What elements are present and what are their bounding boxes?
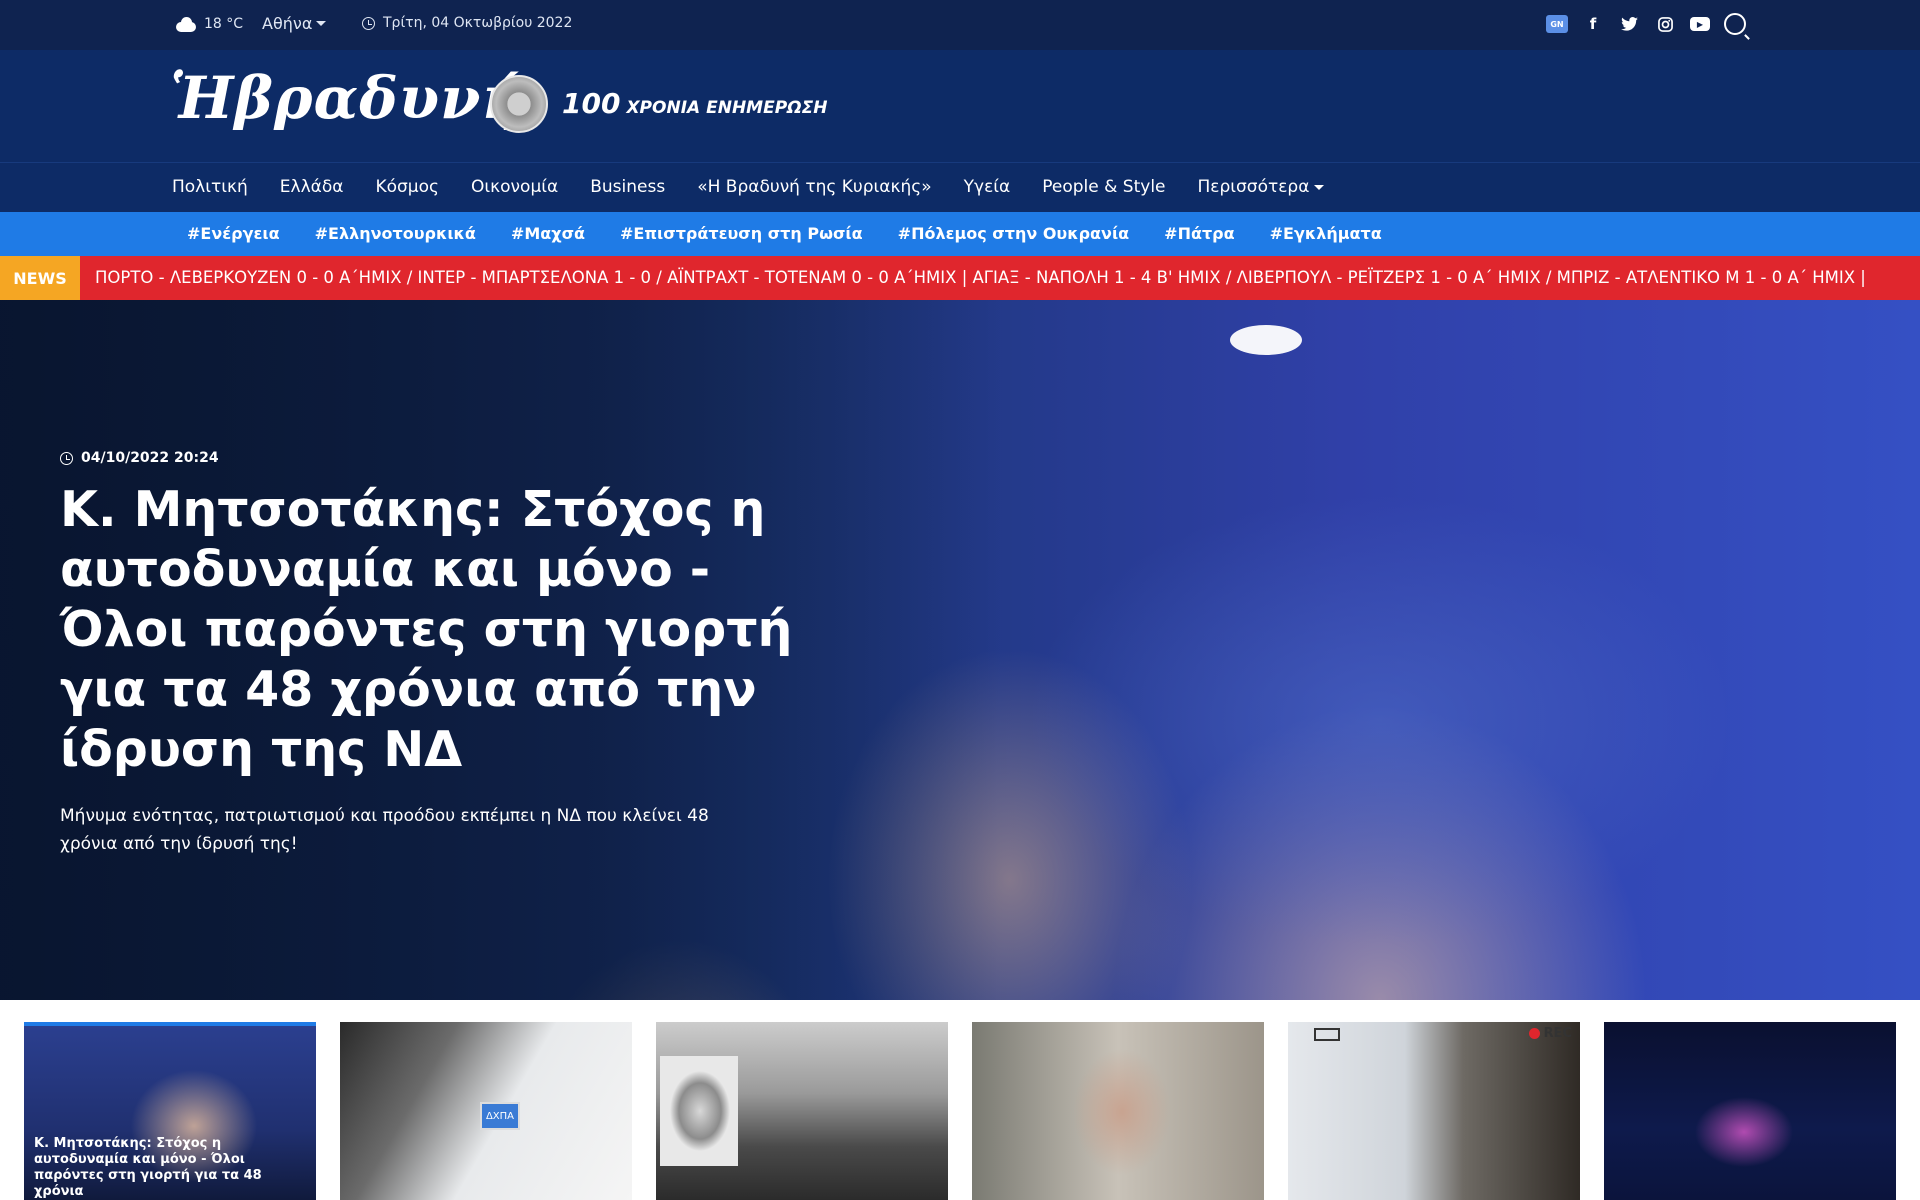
current-date: Τρίτη, 04 Οκτωβρίου 2022 xyxy=(362,15,572,31)
facebook-icon[interactable]: f xyxy=(1582,13,1604,35)
portrait-inset xyxy=(660,1056,738,1166)
news-ticker: NEWS ΠΟΡΤΟ - ΛΕΒΕΡΚΟΥΖΕΝ 0 - 0 Α΄ΗΜΙΧ / … xyxy=(0,256,1920,300)
search-button[interactable] xyxy=(1724,13,1746,35)
tag-crimes[interactable]: #Εγκλήματα xyxy=(1270,224,1382,243)
nav-item-more[interactable]: Περισσότερα xyxy=(1198,177,1325,197)
card-title[interactable]: Κ. Μητσοτάκης: Στόχος η αυτοδυναμία και … xyxy=(34,1136,306,1200)
article-card[interactable]: Κ. Μητσοτάκης: Στόχος η αυτοδυναμία και … xyxy=(24,1022,316,1200)
top-bar-inner: 18 °C Αθήνα Τρίτη, 04 Οκτωβρίου 2022 GN … xyxy=(174,0,1746,50)
tagline-number: 100 xyxy=(562,87,621,120)
nav-item-health[interactable]: Υγεία xyxy=(964,177,1011,197)
tag-greek-turkish[interactable]: #Ελληνοτουρκικά xyxy=(315,224,476,243)
ticker-text[interactable]: ΠΟΡΤΟ - ΛΕΒΕΡΚΟΥΖΕΝ 0 - 0 Α΄ΗΜΙΧ / ΙΝΤΕΡ… xyxy=(95,268,1866,287)
article-card[interactable] xyxy=(1604,1022,1896,1200)
youtube-icon[interactable]: ▶ xyxy=(1690,17,1710,31)
nav-item-sunday-edition[interactable]: «Η Βραδυνή της Κυριακής» xyxy=(697,177,931,197)
tag-patra[interactable]: #Πάτρα xyxy=(1164,224,1234,243)
hero-content: 04/10/2022 20:24 Κ. Μητσοτάκης: Στόχος η… xyxy=(60,450,800,858)
nav-item-greece[interactable]: Ελλάδα xyxy=(280,177,344,197)
search-icon xyxy=(1724,13,1746,35)
site-logo[interactable]: Ἡβραδυνή xyxy=(170,64,525,132)
nav-item-business[interactable]: Business xyxy=(590,177,665,197)
weather-widget: 18 °C xyxy=(174,15,243,33)
tag-ukraine-war[interactable]: #Πόλεμος στην Ουκρανία xyxy=(898,224,1130,243)
tag-navigation: #Ενέργεια #Ελληνοτουρκικά #Μαχσά #Επιστρ… xyxy=(0,212,1920,256)
site-header: Ἡβραδυνή 100 ΧΡΟΝΙΑ ΕΝΗΜΕΡΩΣΗ xyxy=(0,50,1920,162)
hero-date: 04/10/2022 20:24 xyxy=(60,450,800,466)
article-card[interactable]: ΔΧΠΑ xyxy=(340,1022,632,1200)
tag-energy[interactable]: #Ενέργεια xyxy=(187,224,280,243)
hero-article[interactable]: 04/10/2022 20:24 Κ. Μητσοτάκης: Στόχος η… xyxy=(0,300,1920,1000)
tag-russia-mobilization[interactable]: #Επιστράτευση στη Ρωσία xyxy=(620,224,863,243)
google-news-icon[interactable]: GN xyxy=(1546,15,1568,33)
battery-icon xyxy=(1314,1028,1340,1041)
ceiling-light xyxy=(1230,325,1302,355)
top-bar: 18 °C Αθήνα Τρίτη, 04 Οκτωβρίου 2022 GN … xyxy=(0,0,1920,50)
hero-title[interactable]: Κ. Μητσοτάκης: Στόχος η αυτοδυναμία και … xyxy=(60,480,800,780)
laptop-sign: ΔΧΠΑ xyxy=(480,1102,520,1130)
record-dot-icon xyxy=(1528,1028,1540,1039)
article-card[interactable] xyxy=(656,1022,948,1200)
article-card[interactable] xyxy=(972,1022,1264,1200)
seal-logo xyxy=(490,75,548,133)
twitter-icon[interactable] xyxy=(1618,13,1640,35)
chevron-down-icon xyxy=(316,21,327,26)
hero-summary: Μήνυμα ενότητας, πατριωτισμού και προόδο… xyxy=(60,806,709,854)
tagline-text: ΧΡΟΝΙΑ ΕΝΗΜΕΡΩΣΗ xyxy=(626,98,828,118)
cloud-icon xyxy=(174,15,198,33)
main-navigation: Πολιτική Ελλάδα Κόσμος Οικονομία Busines… xyxy=(0,162,1920,212)
article-card[interactable]: REC xyxy=(1288,1022,1580,1200)
social-links: GN f ▶ xyxy=(1546,13,1746,35)
nav-item-economy[interactable]: Οικονομία xyxy=(471,177,558,197)
article-cards: Κ. Μητσοτάκης: Στόχος η αυτοδυναμία και … xyxy=(24,1022,1896,1200)
chevron-down-icon xyxy=(1314,184,1325,190)
date-label: Τρίτη, 04 Οκτωβρίου 2022 xyxy=(383,15,573,31)
hero-date-label: 04/10/2022 20:24 xyxy=(81,450,219,466)
news-badge: NEWS xyxy=(0,256,80,300)
tagline: 100 ΧΡΟΝΙΑ ΕΝΗΜΕΡΩΣΗ xyxy=(562,87,827,120)
city-selector[interactable]: Αθήνα xyxy=(262,14,327,33)
tag-mahsa[interactable]: #Μαχσά xyxy=(511,224,585,243)
nav-item-more-label: Περισσότερα xyxy=(1197,177,1310,197)
instagram-icon[interactable] xyxy=(1654,13,1676,35)
city-label: Αθήνα xyxy=(262,14,313,33)
clock-icon xyxy=(60,451,73,465)
rec-indicator: REC xyxy=(1528,1026,1572,1041)
clock-icon xyxy=(362,16,375,30)
temperature: 18 °C xyxy=(204,16,244,32)
rec-label: REC xyxy=(1543,1026,1572,1041)
nav-item-politics[interactable]: Πολιτική xyxy=(172,177,248,197)
nav-item-world[interactable]: Κόσμος xyxy=(375,177,439,197)
nav-item-people-style[interactable]: People & Style xyxy=(1042,177,1165,197)
